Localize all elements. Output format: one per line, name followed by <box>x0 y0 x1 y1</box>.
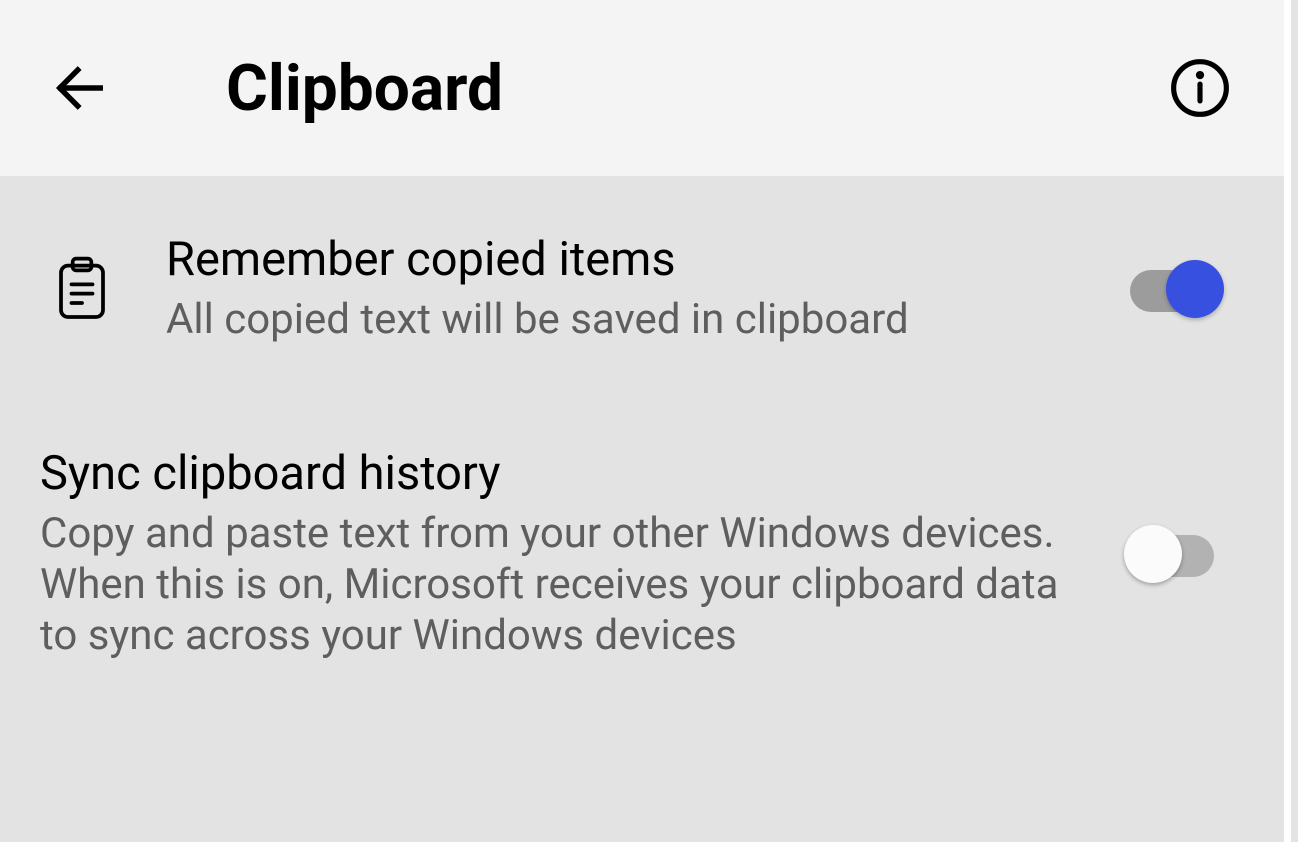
remember-toggle[interactable] <box>1124 260 1224 318</box>
setting-text: Remember copied items All copied text wi… <box>166 232 1124 346</box>
setting-text: Sync clipboard history Copy and paste te… <box>40 446 1124 662</box>
info-button[interactable] <box>1164 52 1236 124</box>
arrow-left-icon <box>53 61 107 115</box>
setting-remember-copied-items[interactable]: Remember copied items All copied text wi… <box>0 232 1284 346</box>
info-icon <box>1169 57 1231 119</box>
back-button[interactable] <box>44 52 116 124</box>
setting-description: All copied text will be saved in clipboa… <box>166 294 1084 345</box>
setting-title: Sync clipboard history <box>40 446 1084 502</box>
settings-list: Remember copied items All copied text wi… <box>0 176 1284 662</box>
clipboard-icon <box>52 249 112 329</box>
clipboard-settings-page: Clipboard Remember copied ite <box>0 0 1291 842</box>
setting-description: Copy and paste text from your other Wind… <box>40 508 1084 662</box>
setting-title: Remember copied items <box>166 232 1084 288</box>
page-title: Clipboard <box>226 51 503 126</box>
sync-toggle[interactable] <box>1124 525 1224 583</box>
header-bar: Clipboard <box>0 0 1284 176</box>
setting-sync-clipboard-history[interactable]: Sync clipboard history Copy and paste te… <box>0 446 1284 662</box>
